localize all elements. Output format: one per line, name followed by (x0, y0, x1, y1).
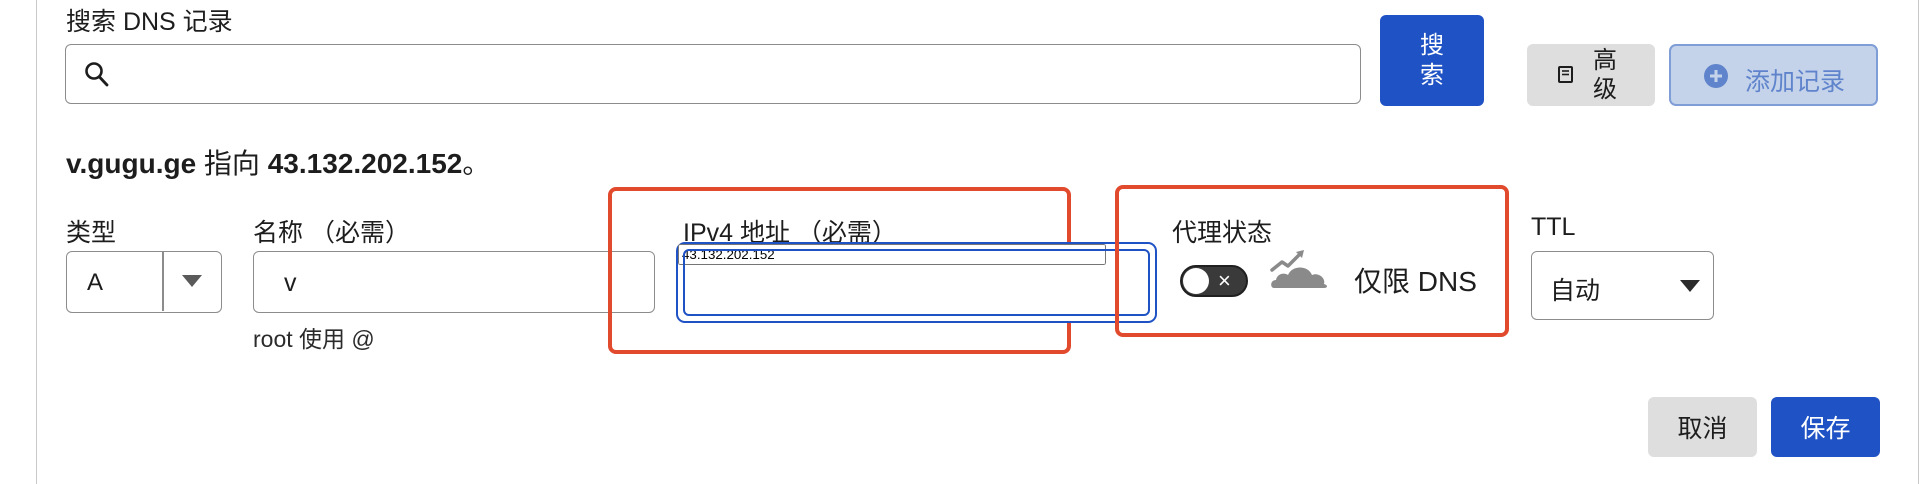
ipv4-field[interactable] (676, 242, 1157, 323)
ipv4-focus-ring (683, 249, 1150, 316)
cancel-button-label: 取消 (1677, 415, 1728, 443)
document-icon (1558, 66, 1573, 83)
name-hint: root 使用 @ (253, 326, 375, 352)
type-value: A (87, 269, 104, 296)
caret-down-icon (1680, 280, 1700, 292)
type-select[interactable]: A (66, 251, 222, 313)
cancel-button[interactable]: 取消 (1648, 397, 1757, 457)
type-label: 类型 (66, 219, 117, 247)
record-summary: v.gugu.ge 指向 43.132.202.152。 (66, 142, 490, 182)
search-button-label: 搜索 (1420, 31, 1444, 89)
record-target: 43.132.202.152 (267, 148, 463, 179)
ttl-label: TTL (1531, 213, 1576, 241)
add-record-label: 添加记录 (1745, 68, 1846, 96)
toggle-knob (1183, 268, 1209, 294)
record-host: v.gugu.ge (66, 148, 197, 179)
record-connector: 指向 (196, 148, 268, 179)
caret-down-icon (182, 275, 202, 287)
proxy-status-text: 仅限 DNS (1354, 266, 1477, 297)
advanced-button-label: 高级 (1593, 47, 1617, 103)
search-icon (85, 62, 109, 87)
proxy-toggle[interactable]: × (1180, 265, 1248, 297)
search-label: 搜索 DNS 记录 (66, 8, 233, 36)
cloud-dns-only-icon (1270, 250, 1327, 288)
ttl-value: 自动 (1550, 277, 1601, 305)
name-label: 名称 （必需） (253, 219, 410, 247)
save-button[interactable]: 保存 (1771, 397, 1880, 457)
advanced-button[interactable]: 高级 (1527, 44, 1655, 106)
search-button[interactable]: 搜索 (1380, 15, 1484, 106)
name-field[interactable] (253, 251, 655, 313)
select-divider (162, 252, 164, 311)
ttl-select[interactable]: 自动 (1531, 251, 1714, 320)
plus-circle-icon (1704, 64, 1728, 88)
search-field[interactable] (65, 44, 1361, 104)
proxy-status-label: 代理状态 (1172, 219, 1273, 247)
search-input[interactable] (124, 53, 1348, 95)
name-input[interactable] (282, 264, 646, 302)
record-suffix: 。 (462, 148, 491, 179)
toggle-off-mark: × (1218, 268, 1231, 293)
save-button-label: 保存 (1800, 415, 1851, 443)
add-record-button[interactable]: 添加记录 (1669, 44, 1878, 106)
